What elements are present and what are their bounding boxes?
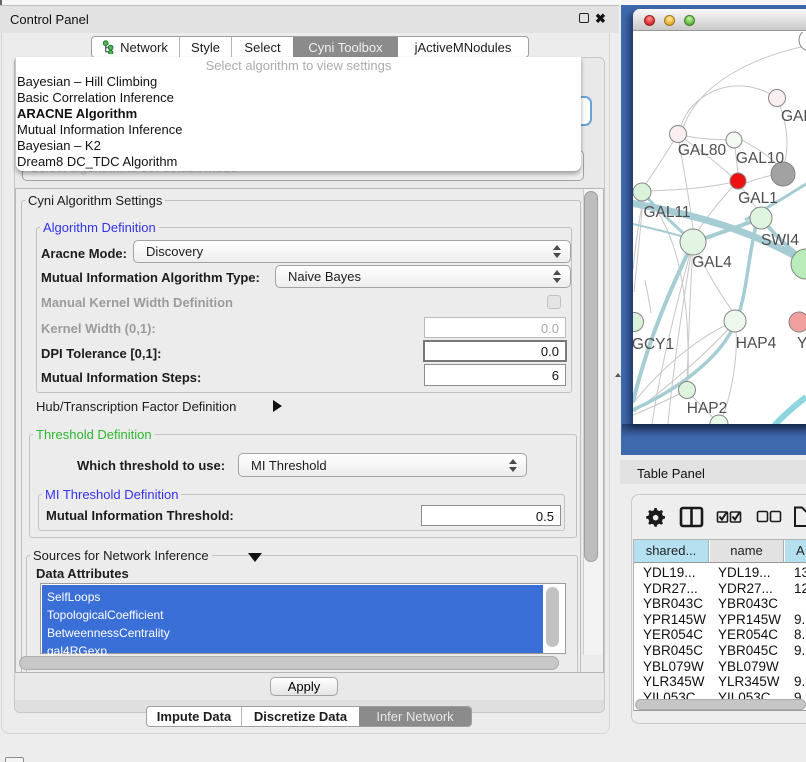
svg-text:YD: YD	[797, 335, 806, 352]
svg-text:HAP4: HAP4	[736, 335, 777, 352]
svg-text:GAL1: GAL1	[738, 190, 778, 207]
svg-text:GAL10: GAL10	[736, 150, 785, 167]
svg-text:GAL80: GAL80	[678, 142, 727, 159]
svg-text:GAL: GAL	[781, 108, 806, 125]
svg-text:GCY1: GCY1	[633, 336, 674, 353]
svg-text:HAP2: HAP2	[687, 400, 728, 417]
svg-text:SWI4: SWI4	[761, 232, 799, 249]
svg-text:GAL4: GAL4	[692, 254, 732, 271]
svg-text:GAL11: GAL11	[643, 204, 690, 221]
